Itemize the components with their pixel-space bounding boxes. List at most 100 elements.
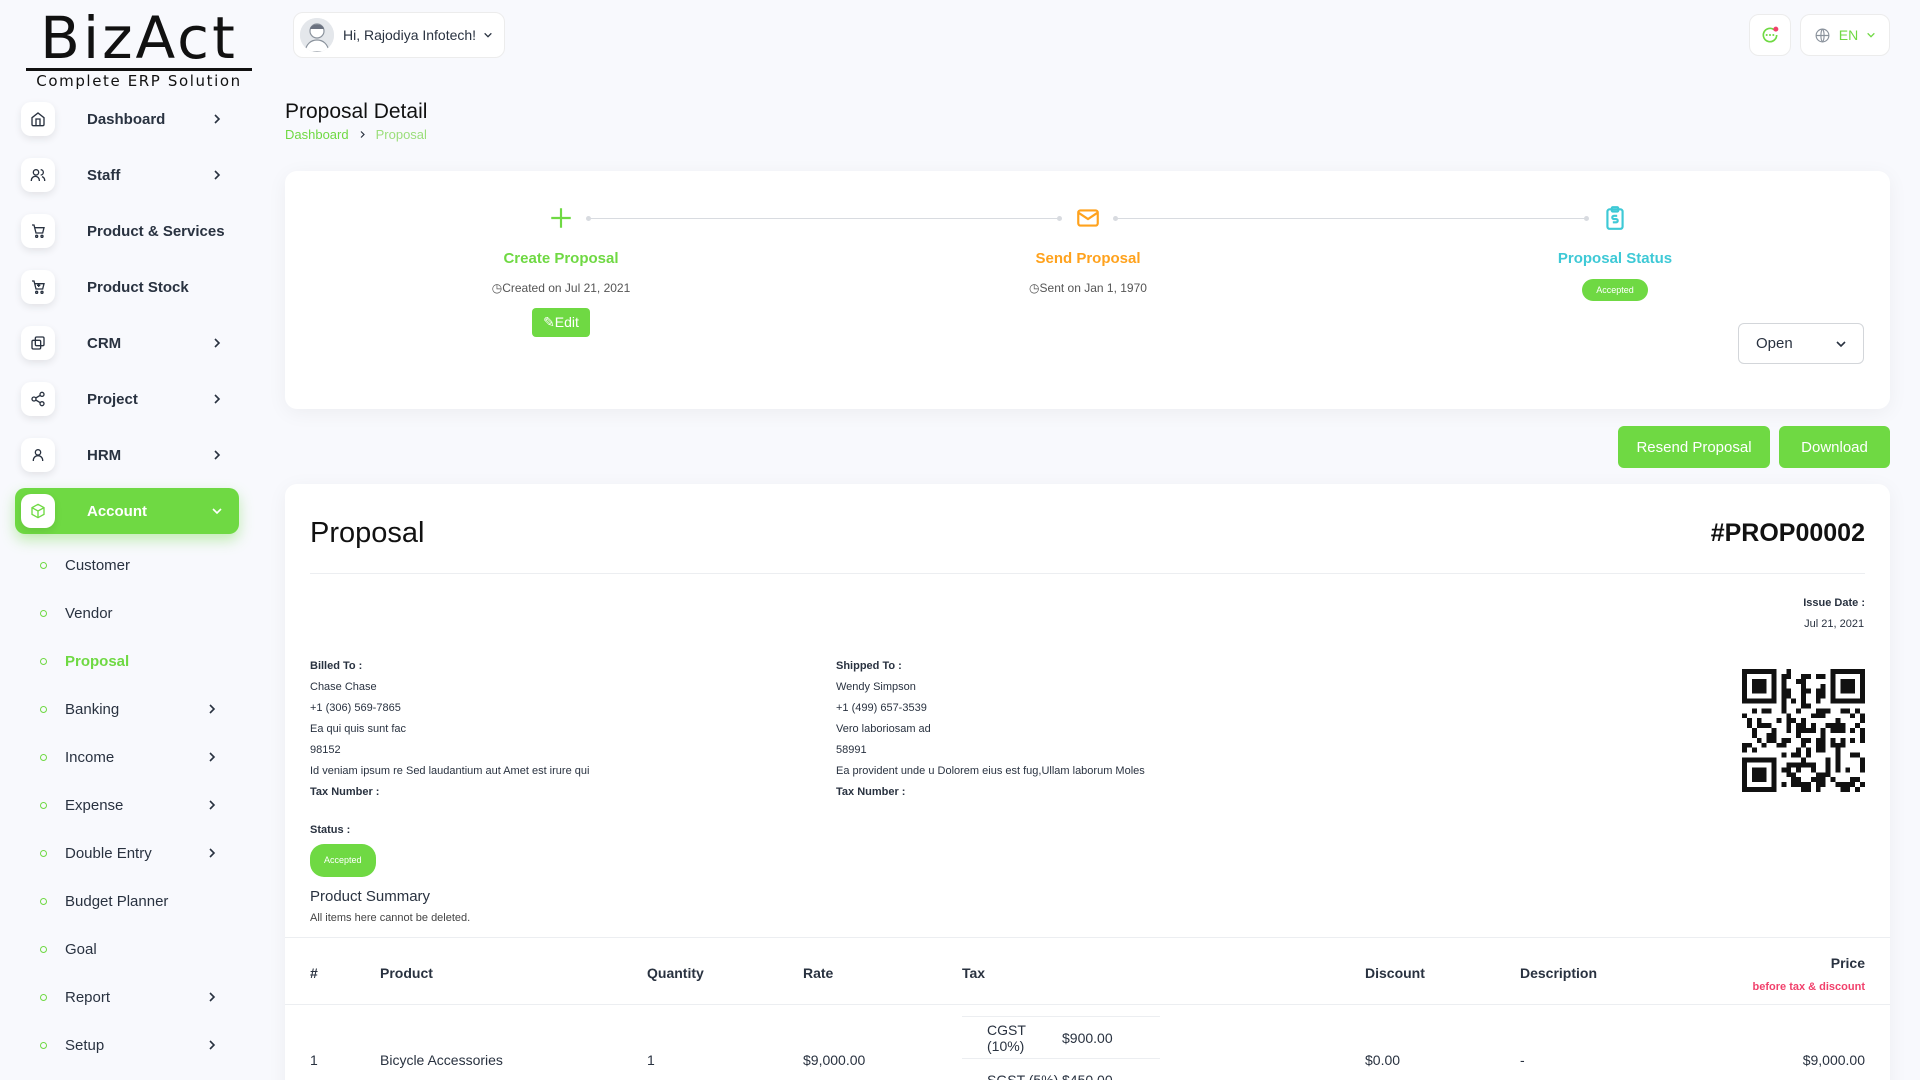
cart-icon <box>21 214 55 248</box>
status-badge: Accepted <box>1582 279 1648 301</box>
share-icon <box>21 382 55 416</box>
pencil-icon: ✎ <box>543 314 555 330</box>
globe-icon <box>1815 28 1830 42</box>
language-dropdown[interactable]: EN <box>1800 14 1890 56</box>
sidebar-item-label: Project <box>87 390 138 408</box>
resend-proposal-button[interactable]: Resend Proposal <box>1618 426 1770 468</box>
sidebar-subitem-income[interactable]: Income <box>40 742 240 772</box>
sidebar-subitem-label: Expense <box>65 796 124 814</box>
breadcrumb-dashboard[interactable]: Dashboard <box>285 127 349 142</box>
download-button[interactable]: Download <box>1779 426 1890 468</box>
sidebar-item-crm[interactable]: CRM <box>15 320 239 366</box>
col-description: Description <box>1520 965 1598 981</box>
sidebar-subitem-label: Income <box>65 748 115 766</box>
sidebar-subitem-expense[interactable]: Expense <box>40 790 240 820</box>
sidebar-item-project[interactable]: Project <box>15 376 239 422</box>
status-select[interactable]: Open <box>1738 323 1864 364</box>
user-greeting: Hi, Rajodiya Infotech! <box>343 27 477 43</box>
sidebar-subitem-proposal[interactable]: Proposal <box>40 646 240 676</box>
step-send: Send Proposal ◷Sent on Jan 1, 1970 <box>928 203 1248 295</box>
billed-to-block: Billed To : Chase Chase +1 (306) 569-786… <box>310 656 589 803</box>
sidebar-item-account[interactable]: Account <box>15 488 239 534</box>
chevron-down-icon <box>212 508 222 515</box>
sidebar-item-label: Product & Services <box>87 222 225 240</box>
sidebar-item-label: Dashboard <box>87 110 166 128</box>
sidebar-subitem-label: Proposal <box>65 652 130 670</box>
sidebar-subitem-setup[interactable]: Setup <box>40 1030 240 1060</box>
bullet-icon <box>40 897 47 905</box>
step-status: Proposal Status Accepted <box>1455 203 1775 301</box>
sidebar-subitem-vendor[interactable]: Vendor <box>40 598 240 628</box>
bullet-icon <box>40 945 47 953</box>
billed-name: Chase Chase <box>310 681 377 693</box>
sidebar-subitem-budget-planner[interactable]: Budget Planner <box>40 886 240 916</box>
chevron-right-icon <box>214 394 221 404</box>
shipped-phone: +1 (499) 657-3539 <box>836 702 927 714</box>
sidebar-subitem-label: Banking <box>65 700 120 718</box>
step-status-title: Proposal Status <box>1557 250 1673 267</box>
logo[interactable]: BizAct Complete ERP Solution <box>26 8 252 90</box>
chevron-right-icon <box>209 992 216 1002</box>
notification-button[interactable] <box>1749 14 1791 56</box>
sidebar-subitem-goal[interactable]: Goal <box>40 934 240 964</box>
sidebar-item-product-stock[interactable]: Product Stock <box>15 264 239 310</box>
bullet-icon <box>40 657 47 665</box>
home-icon <box>21 102 55 136</box>
status-select-value: Open <box>1756 335 1793 352</box>
user-menu[interactable]: Hi, Rajodiya Infotech! <box>293 12 505 58</box>
chevron-right-icon <box>209 752 216 762</box>
step-send-date: ◷Sent on Jan 1, 1970 <box>928 281 1248 295</box>
sidebar-subitem-label: Report <box>65 988 111 1006</box>
message-icon <box>1762 26 1779 43</box>
proposal-card: Proposal #PROP00002 Issue Date : Jul 21,… <box>285 484 1890 1080</box>
sidebar-item-dashboard[interactable]: Dashboard <box>15 96 239 142</box>
issue-date-label: Issue Date : <box>1803 597 1865 609</box>
sidebar-subitem-label: Setup <box>65 1036 105 1054</box>
divider <box>310 573 1865 574</box>
tax-line: CGST (10%) $900.00 <box>962 1017 1160 1059</box>
billed-tax-label: Tax Number : <box>310 786 380 798</box>
status-block: Status : Accepted <box>310 820 376 877</box>
table-header: # Product Quantity Rate Tax Discount Des… <box>285 937 1890 1005</box>
row-description: - <box>1520 1052 1525 1068</box>
language-label: EN <box>1838 27 1859 43</box>
bullet-icon <box>40 705 47 713</box>
edit-button[interactable]: ✎Edit <box>532 308 590 337</box>
row-product: Bicycle Accessories <box>380 1052 503 1068</box>
shipped-to-label: Shipped To : <box>836 660 902 672</box>
row-discount: $0.00 <box>1365 1052 1401 1068</box>
tax-name: SGST (5%) <box>987 1071 1059 1080</box>
sidebar-item-product-services[interactable]: Product & Services <box>15 208 239 254</box>
bullet-icon <box>40 1041 47 1049</box>
users-icon <box>21 158 55 192</box>
product-summary-note: All items here cannot be deleted. <box>310 912 471 924</box>
sent-date-text: Sent on Jan 1, 1970 <box>1039 281 1147 295</box>
sidebar-subitem-report[interactable]: Report <box>40 982 240 1012</box>
page-title: Proposal Detail <box>285 100 428 123</box>
billed-line: Id veniam ipsum re Sed laudantium aut Am… <box>310 765 590 777</box>
clipboard-dollar-icon <box>1600 203 1630 233</box>
row-quantity: 1 <box>647 1052 655 1068</box>
sidebar-subitem-double-entry[interactable]: Double Entry <box>40 838 240 868</box>
box-icon <box>21 494 55 528</box>
step-create-date: ◷Created on Jul 21, 2021 <box>401 281 721 295</box>
proposal-status-card: Create Proposal ◷Created on Jul 21, 2021… <box>285 171 1890 409</box>
col-rate: Rate <box>803 965 834 981</box>
bullet-icon <box>40 849 47 857</box>
tax-amount: $450.00 <box>1062 1071 1113 1080</box>
sidebar-subitem-banking[interactable]: Banking <box>40 694 240 724</box>
logo-tagline: Complete ERP Solution <box>36 72 242 90</box>
chevron-right-icon <box>209 800 216 810</box>
product-summary-title: Product Summary <box>310 888 431 905</box>
logo-brand: BizAct <box>26 8 252 71</box>
sidebar-subitem-customer[interactable]: Customer <box>40 550 240 580</box>
sidebar-item-staff[interactable]: Staff <box>15 152 239 198</box>
chevron-right-icon <box>214 170 221 180</box>
sidebar-item-label: Account <box>87 502 147 520</box>
issue-date-value: Jul 21, 2021 <box>1804 618 1865 630</box>
shipped-line: Ea provident unde u Dolorem eius est fug… <box>836 765 1145 777</box>
layers-icon <box>21 326 55 360</box>
plus-icon <box>546 203 576 233</box>
tax-amount: $900.00 <box>1062 1029 1113 1046</box>
sidebar-item-hrm[interactable]: HRM <box>15 432 239 478</box>
